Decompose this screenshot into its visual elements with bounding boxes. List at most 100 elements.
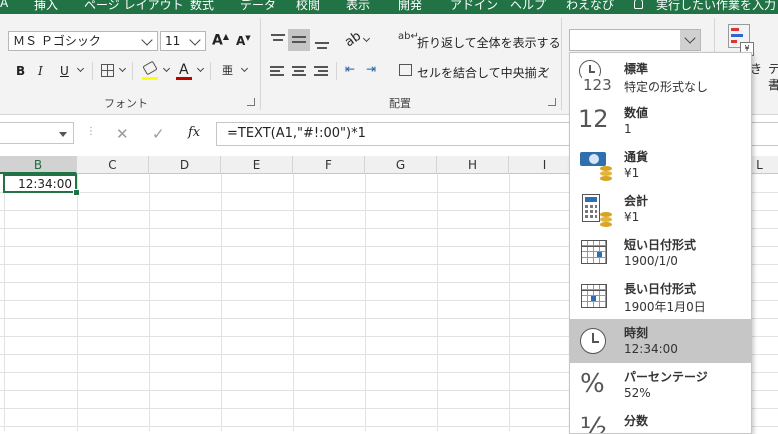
format-sample: 1900/1/0 (624, 254, 678, 268)
format-sample: 52% (624, 386, 651, 400)
font-name-value: ＭＳ Ｐゴシック (13, 34, 101, 48)
tab-insert[interactable]: 挿入 (34, 0, 58, 13)
format-option-currency[interactable]: 通貨 ¥1 (570, 143, 751, 187)
alignment-group-label: 配置 (389, 97, 411, 110)
currency-icon (576, 147, 616, 183)
format-option-accounting[interactable]: 会計 ¥1 (570, 187, 751, 231)
tell-me-search[interactable]: 実行したい作業を入力 (656, 0, 776, 13)
format-option-fraction[interactable]: ½ 分数 (570, 407, 751, 433)
format-sample: 12:34:00 (624, 342, 678, 356)
borders-dropdown-icon[interactable] (118, 64, 127, 73)
insert-function-button[interactable]: fx (188, 125, 200, 140)
tab-waenavi[interactable]: わえなび (566, 0, 614, 13)
cell-style-label-part[interactable]: 書 (768, 76, 778, 93)
active-cell-b[interactable]: 12:34:00 (3, 174, 77, 193)
merge-center-button[interactable]: セルを結合して中央揃え (417, 64, 549, 81)
tab-developer[interactable]: 開発 (398, 0, 422, 13)
font-color-button[interactable]: A (179, 62, 189, 78)
format-name: 通貨 (624, 150, 649, 164)
format-sample: ¥1 (624, 210, 640, 224)
orientation-icon[interactable]: ab (342, 29, 364, 51)
column-header-h[interactable]: H (437, 156, 509, 174)
formula-text: =TEXT(A1,"#!:00")*1 (227, 126, 366, 141)
underline-dropdown-icon[interactable] (76, 64, 85, 73)
borders-icon[interactable] (101, 64, 114, 77)
column-header-c[interactable]: C (77, 156, 149, 174)
format-name: 長い日付形式 (624, 282, 697, 296)
italic-button[interactable]: I (38, 64, 43, 78)
font-color-bar (176, 77, 192, 80)
format-option-time[interactable]: 時刻 12:34:00 (570, 319, 751, 363)
format-option-long-date[interactable]: 長い日付形式 1900年1月0日 (570, 275, 751, 319)
format-option-percentage[interactable]: % パーセンテージ 52% (570, 363, 751, 407)
phonetic-dropdown-icon[interactable] (240, 64, 249, 73)
alignment-dialog-launcher-icon[interactable] (548, 98, 556, 106)
tab-review[interactable]: 校閲 (296, 0, 320, 13)
format-sample: 1 (624, 122, 632, 136)
clock-icon (576, 323, 616, 359)
phonetic-guide-button[interactable]: 亜 (222, 62, 233, 78)
chevron-down-icon (189, 34, 201, 46)
clock-123-icon: 123 (576, 59, 616, 95)
table-format-label-part[interactable]: テ (768, 60, 778, 77)
font-name-combo[interactable]: ＭＳ Ｐゴシック (8, 31, 158, 51)
name-box[interactable] (0, 122, 74, 144)
font-group-label: フォント (104, 97, 148, 110)
number-format-dropdown-button[interactable] (680, 30, 700, 50)
format-option-general[interactable]: 123 標準 特定の形式なし (570, 55, 751, 99)
accounting-calculator-icon (576, 191, 616, 227)
increase-font-size-button[interactable]: A▲ (212, 32, 229, 49)
name-box-dropdown-icon[interactable] (59, 132, 67, 137)
format-name: 時刻 (624, 326, 649, 340)
format-name: 会計 (624, 194, 649, 208)
tab-data[interactable]: データ (240, 0, 276, 13)
font-color-dropdown-icon[interactable] (196, 64, 205, 73)
increase-indent-icon[interactable]: ⇥ (366, 62, 376, 76)
fill-color-bar (142, 77, 158, 80)
font-dialog-launcher-icon[interactable] (247, 98, 255, 106)
column-header-f[interactable]: F (293, 156, 365, 174)
wrap-text-button[interactable]: 折り返して全体を表示する (417, 34, 561, 51)
format-option-number[interactable]: 12 数値 1 (570, 99, 751, 143)
underline-button[interactable]: U (60, 64, 69, 78)
fill-color-dropdown-icon[interactable] (162, 64, 171, 73)
format-sample: 1900年1月0日 (624, 300, 706, 314)
format-name: パーセンテージ (624, 370, 708, 384)
formula-bar-grip-icon: ⋮ (86, 126, 96, 137)
calendar-short-icon (576, 235, 616, 271)
fill-color-icon[interactable] (142, 60, 158, 76)
tab-help[interactable]: ヘルプ (510, 0, 546, 13)
tab-view[interactable]: 表示 (346, 0, 370, 13)
lightbulb-icon (634, 0, 643, 9)
font-size-combo[interactable]: 11 (160, 31, 206, 51)
conditional-formatting-icon[interactable]: ¥ (728, 24, 754, 56)
cancel-entry-button[interactable]: ✕ (116, 125, 129, 143)
tab-page-layout[interactable]: ページ レイアウト (84, 0, 184, 13)
tab-addins[interactable]: アドイン (450, 0, 498, 13)
decrease-indent-icon[interactable]: ⇤ (345, 62, 355, 76)
format-sample: 特定の形式なし (624, 80, 709, 94)
merge-center-icon (399, 64, 412, 76)
column-header-d[interactable]: D (149, 156, 221, 174)
tab-home[interactable]: A (0, 0, 8, 10)
format-sample: ¥1 (624, 166, 640, 180)
number-format-combo[interactable] (569, 29, 701, 51)
wrap-text-icon: ab↵ (398, 31, 419, 42)
column-header-e[interactable]: E (221, 156, 293, 174)
font-size-value: 11 (165, 34, 181, 48)
format-name: 標準 (624, 62, 649, 76)
number-format-dropdown: 123 標準 特定の形式なし 12 数値 1 通貨 ¥1 会計 ¥1 短い日付形… (569, 52, 752, 434)
ribbon-tab-bar: A 挿入 ページ レイアウト 数式 データ 校閲 表示 開発 アドイン ヘルプ … (0, 0, 778, 14)
format-name: 短い日付形式 (624, 238, 697, 252)
number-12-icon: 12 (578, 105, 609, 133)
confirm-entry-button[interactable]: ✓ (152, 125, 165, 143)
bold-button[interactable]: B (16, 64, 25, 78)
tab-formulas[interactable]: 数式 (190, 0, 214, 13)
middle-align-button[interactable] (288, 29, 310, 51)
column-header-g[interactable]: G (365, 156, 437, 174)
fill-handle[interactable] (73, 189, 80, 196)
decrease-font-size-button[interactable]: A▼ (236, 34, 251, 48)
calendar-long-icon (576, 279, 616, 315)
format-option-short-date[interactable]: 短い日付形式 1900/1/0 (570, 231, 751, 275)
column-header-b[interactable]: B (0, 156, 77, 174)
